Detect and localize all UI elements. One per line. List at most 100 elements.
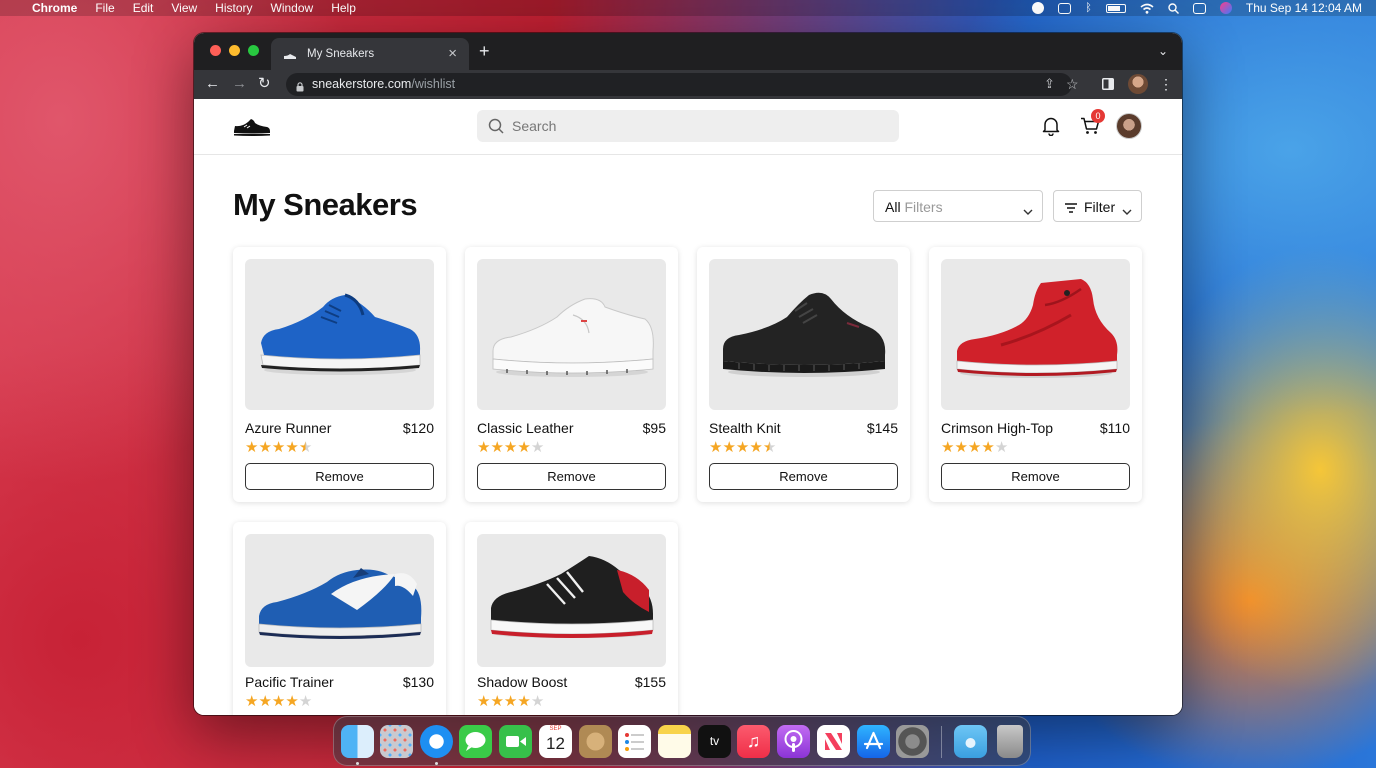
launchpad-icon[interactable] <box>380 725 413 758</box>
lock-icon[interactable] <box>296 79 304 92</box>
chevron-down-icon <box>1022 203 1034 215</box>
minimize-window-button[interactable] <box>229 45 240 56</box>
spotlight-search-icon[interactable] <box>1168 2 1179 14</box>
app-store-icon[interactable] <box>857 725 890 758</box>
filter-button[interactable]: Filter <box>1053 190 1142 222</box>
search-bar[interactable]: Search <box>477 110 899 142</box>
share-icon[interactable]: ⇪ <box>1044 77 1055 91</box>
product-image-stealth-knit[interactable] <box>709 259 898 410</box>
contacts-icon[interactable] <box>579 725 612 758</box>
product-name[interactable]: Shadow Boost <box>477 674 567 690</box>
product-card[interactable]: Crimson High-Top $110 ★★★★★ Remove <box>929 247 1142 502</box>
menu-window[interactable]: Window <box>262 0 323 16</box>
news-icon[interactable] <box>817 725 850 758</box>
control-center-icon[interactable] <box>1192 2 1206 14</box>
trash-icon[interactable] <box>997 725 1023 758</box>
rating-stars: ★★★★★ <box>245 440 312 456</box>
wifi-icon[interactable] <box>1140 3 1154 14</box>
rating-stars: ★★★★★ <box>477 694 544 710</box>
tab-search-chevron-icon[interactable]: ⌄ <box>1158 44 1168 58</box>
forward-button[interactable]: → <box>232 75 247 93</box>
battery-icon[interactable] <box>1105 3 1126 13</box>
filters-dropdown[interactable]: All Filters <box>873 190 1043 222</box>
product-name[interactable]: Azure Runner <box>245 420 331 436</box>
product-image-shadow-boost[interactable] <box>477 534 666 667</box>
page-content: Search 0 My Sneakers All Filters Filter <box>194 99 1182 715</box>
product-image-crimson-high-top[interactable] <box>941 259 1130 410</box>
running-indicator <box>356 762 359 765</box>
filter-button-label: Filter <box>1084 199 1116 215</box>
remove-button[interactable]: Remove <box>941 463 1130 490</box>
menu-file[interactable]: File <box>86 0 123 16</box>
star-icon: ★ <box>517 439 531 456</box>
product-card[interactable]: Shadow Boost $155 ★★★★★ <box>465 522 678 715</box>
profile-avatar[interactable] <box>1128 74 1148 94</box>
menu-view[interactable]: View <box>162 0 206 16</box>
menu-app-name[interactable]: Chrome <box>23 0 86 16</box>
product-card[interactable]: Stealth Knit $145 ★★★★★ Remove <box>697 247 910 502</box>
close-window-button[interactable] <box>210 45 221 56</box>
star-icon: ★ <box>285 439 299 456</box>
product-name[interactable]: Pacific Trainer <box>245 674 334 690</box>
calendar-icon[interactable]: SEP 12 <box>539 725 572 758</box>
star-icon: ★ <box>477 693 491 710</box>
menu-help[interactable]: Help <box>322 0 365 16</box>
product-card[interactable]: Classic Leather $95 ★★★★★ Remove <box>465 247 678 502</box>
user-avatar[interactable] <box>1116 113 1142 139</box>
search-input[interactable]: Search <box>512 118 556 134</box>
back-button[interactable]: ← <box>205 75 220 93</box>
more-menu-icon[interactable]: ⋮ <box>1159 75 1173 93</box>
siri-icon[interactable] <box>1219 2 1232 14</box>
podcasts-icon[interactable] <box>777 725 810 758</box>
safari-icon[interactable] <box>420 725 453 758</box>
status-keyboard-icon[interactable] <box>1058 2 1072 14</box>
product-name[interactable]: Stealth Knit <box>709 420 781 436</box>
search-icon <box>488 118 504 134</box>
remove-button[interactable]: Remove <box>709 463 898 490</box>
product-name[interactable]: Classic Leather <box>477 420 574 436</box>
url-path: /wishlist <box>411 77 456 91</box>
dock-separator <box>941 726 942 758</box>
star-icon: ★ <box>749 439 763 456</box>
system-preferences-icon[interactable] <box>896 725 929 758</box>
notes-icon[interactable] <box>658 725 691 758</box>
notifications-bell-icon[interactable] <box>1042 116 1060 137</box>
product-name[interactable]: Crimson High-Top <box>941 420 1053 436</box>
status-app-icon[interactable] <box>1032 2 1045 14</box>
fullscreen-window-button[interactable] <box>248 45 259 56</box>
star-icon: ★ <box>245 693 259 710</box>
address-bar[interactable]: sneakerstore.com/wishlist ⇪ ☆ <box>286 73 1079 96</box>
product-image-azure-runner[interactable] <box>245 259 434 410</box>
url-host: sneakerstore.com <box>312 77 412 91</box>
rating-stars: ★★★★★ <box>709 440 776 456</box>
url-text[interactable]: sneakerstore.com/wishlist <box>312 77 455 91</box>
menu-clock[interactable]: Thu Sep 14 12:04 AM <box>1246 1 1362 15</box>
tab-my-sneakers[interactable]: My Sneakers × <box>271 38 469 70</box>
downloads-icon[interactable] <box>954 725 987 758</box>
bluetooth-icon[interactable]: ᛒ <box>1085 2 1092 14</box>
product-price: $120 <box>402 420 434 436</box>
facetime-icon[interactable] <box>499 725 532 758</box>
tab-close-icon[interactable]: × <box>448 46 457 61</box>
reminders-icon[interactable] <box>618 725 651 758</box>
finder-icon[interactable] <box>341 725 374 758</box>
messages-icon[interactable] <box>459 725 492 758</box>
menu-edit[interactable]: Edit <box>124 0 163 16</box>
product-image-pacific-trainer[interactable] <box>245 534 434 667</box>
reload-button[interactable]: ↻ <box>258 75 271 93</box>
menu-history[interactable]: History <box>206 0 261 16</box>
bookmark-star-icon[interactable]: ☆ <box>1066 77 1079 91</box>
calendar-month: SEP <box>549 726 562 732</box>
product-image-classic-leather[interactable] <box>477 259 666 410</box>
music-icon[interactable]: ♫ <box>737 725 770 758</box>
title-bar: My Sneakers × + ⌄ <box>194 33 1182 70</box>
new-tab-button[interactable]: + <box>479 42 490 60</box>
product-card[interactable]: Azure Runner $120 ★★★★★ Remove <box>233 247 446 502</box>
sneaker-logo-icon[interactable] <box>232 115 272 137</box>
tv-icon[interactable]: tv <box>698 725 731 758</box>
remove-button[interactable]: Remove <box>477 463 666 490</box>
remove-button[interactable]: Remove <box>245 463 434 490</box>
star-icon: ★ <box>285 693 299 710</box>
product-card[interactable]: Pacific Trainer $130 ★★★★★ <box>233 522 446 715</box>
side-panel-icon[interactable] <box>1102 75 1114 94</box>
